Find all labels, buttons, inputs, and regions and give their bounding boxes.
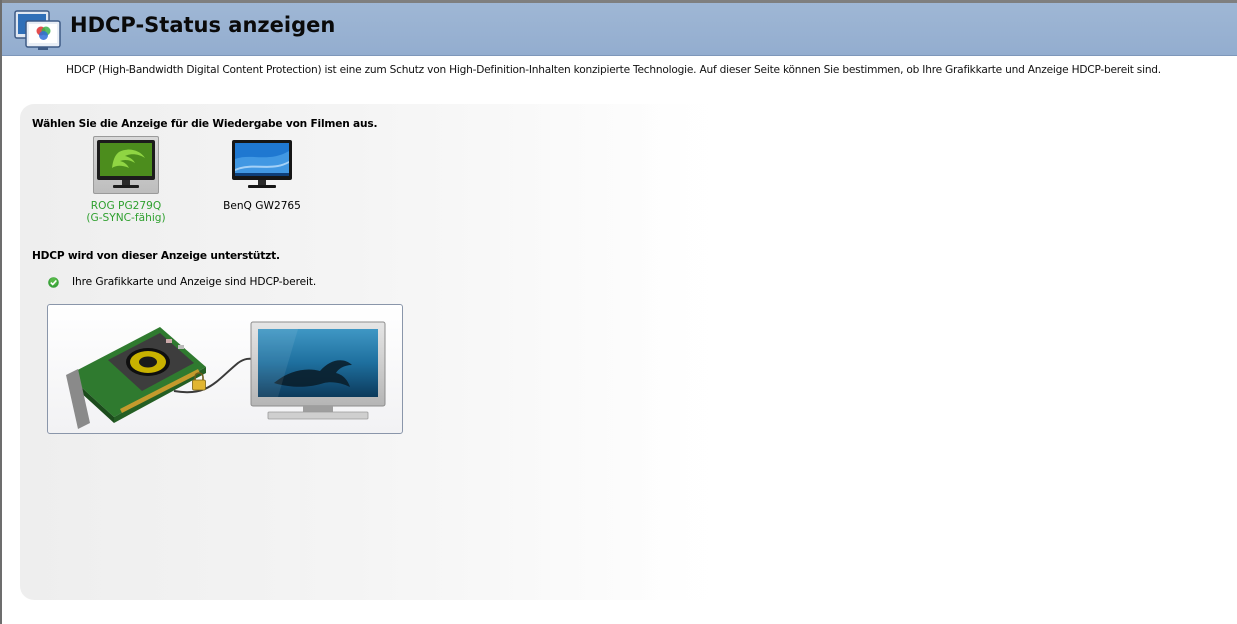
- hdcp-connection-image: [66, 321, 386, 429]
- display-thumbnail: [93, 136, 159, 194]
- window-left-border: [0, 0, 2, 624]
- display-option-rog-pg279q[interactable]: ROG PG279Q (G-SYNC-fähig): [66, 136, 186, 224]
- page-title: HDCP-Status anzeigen: [70, 13, 336, 37]
- page-header: HDCP-Status anzeigen: [2, 3, 1237, 56]
- hdcp-support-heading: HDCP wird von dieser Anzeige unterstützt…: [32, 250, 280, 262]
- television-icon: [250, 321, 386, 420]
- display-capability: (G-SYNC-fähig): [86, 212, 166, 224]
- display-properties-icon: [14, 10, 61, 50]
- hdcp-status: Ihre Grafikkarte und Anzeige sind HDCP-b…: [48, 276, 316, 288]
- display-name: ROG PG279Q: [90, 200, 162, 212]
- hdcp-status-text: Ihre Grafikkarte und Anzeige sind HDCP-b…: [72, 276, 317, 288]
- nvidia-monitor-icon: [97, 140, 155, 188]
- display-option-benq-gw2765[interactable]: BenQ GW2765: [202, 136, 322, 212]
- display-name: BenQ GW2765: [223, 200, 301, 212]
- select-display-heading: Wählen Sie die Anzeige für die Wiedergab…: [32, 118, 378, 130]
- content-panel: Wählen Sie die Anzeige für die Wiedergab…: [20, 104, 740, 600]
- display-thumbnail: [229, 136, 295, 194]
- panel-fade: [620, 104, 740, 600]
- hdcp-illustration: [47, 304, 403, 434]
- page-description: HDCP (High-Bandwidth Digital Content Pro…: [66, 64, 1161, 76]
- green-check-icon: [48, 276, 59, 288]
- graphics-card-icon: [66, 327, 206, 429]
- windows-monitor-icon: [232, 140, 292, 188]
